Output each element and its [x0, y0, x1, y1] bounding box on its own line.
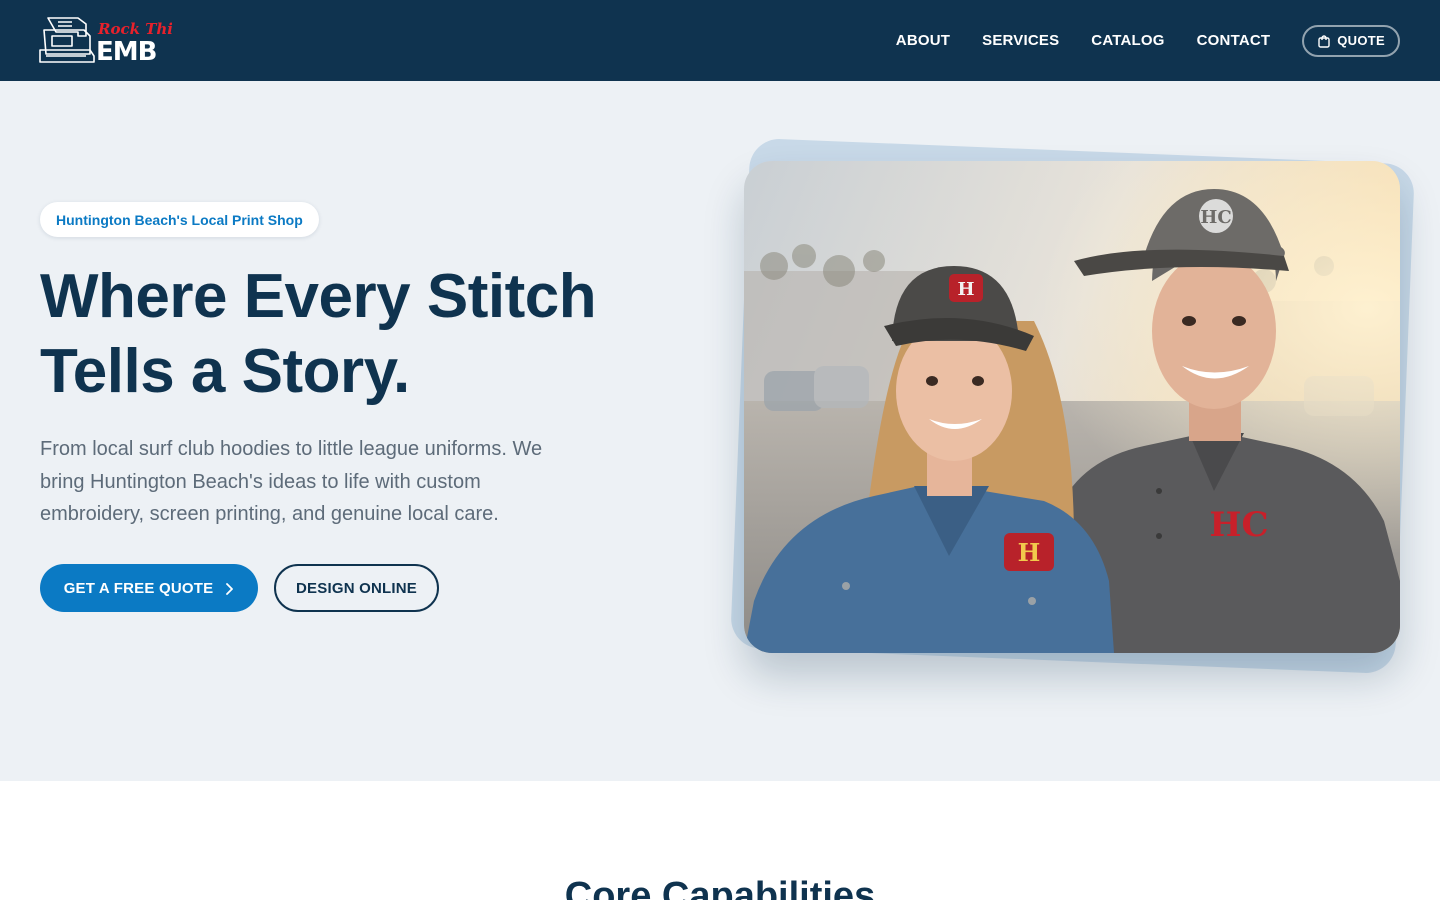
get-free-quote-label: GET A FREE QUOTE — [63, 579, 214, 597]
hero-title-line2: Tells a Story. — [40, 337, 410, 406]
design-online-label: DESIGN ONLINE — [296, 579, 417, 597]
quote-button-label: QUOTE — [1337, 33, 1385, 48]
nav-catalog[interactable]: CATALOG — [1091, 32, 1164, 49]
nav-about[interactable]: ABOUT — [896, 32, 950, 49]
h-jacket-emblem: H — [1004, 533, 1054, 571]
design-online-button[interactable]: DESIGN ONLINE — [274, 564, 439, 612]
h-cap-emblem: H — [949, 274, 983, 302]
hero-title: Where Every Stitch Tells a Story. — [40, 259, 680, 409]
svg-text:HC: HC — [1200, 207, 1231, 228]
nav-services[interactable]: SERVICES — [982, 32, 1059, 49]
capabilities-title: Core Capabilities — [564, 875, 876, 900]
hero-photo: HC HC H H — [744, 161, 1400, 653]
location-badge: Huntington Beach's Local Print Shop — [40, 202, 319, 237]
quote-button[interactable]: QUOTE — [1302, 24, 1400, 57]
shopping-bag-icon — [1317, 34, 1331, 48]
svg-text:H: H — [957, 279, 974, 300]
logo-block: EMB — [96, 37, 156, 66]
hc-cap-emblem: HC — [1199, 199, 1233, 233]
chevron-right-icon — [225, 582, 234, 595]
top-nav: Rock This EMB ABOUT SERVICES CATALOG CON… — [0, 0, 1440, 81]
brand-logo[interactable]: Rock This EMB — [38, 14, 172, 66]
hero-title-line1: Where Every Stitch — [40, 262, 597, 331]
hc-polo-emblem: HC — [1209, 505, 1268, 545]
svg-text:H: H — [1018, 538, 1041, 567]
hero-description: From local surf club hoodies to little l… — [40, 438, 543, 525]
svg-text:HC: HC — [1209, 505, 1268, 545]
capabilities-section: Core Capabilities — [0, 781, 1440, 900]
hero-section: Huntington Beach's Local Print Shop Wher… — [0, 81, 1440, 781]
nav-contact[interactable]: CONTACT — [1197, 32, 1271, 49]
hero-photo-illustration: HC HC H H — [744, 161, 1400, 653]
logo-script: Rock This — [97, 20, 172, 38]
nav-links: ABOUT SERVICES CATALOG CONTACT QUOTE — [864, 0, 1400, 81]
get-free-quote-button[interactable]: GET A FREE QUOTE — [40, 564, 258, 612]
